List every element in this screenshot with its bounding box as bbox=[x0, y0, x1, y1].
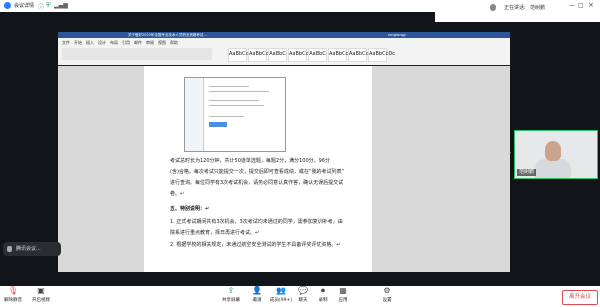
apps-icon: ▦ bbox=[339, 286, 347, 295]
ribbon-tab[interactable]: 引用 bbox=[122, 40, 130, 46]
mic-muted-icon: 🎙 bbox=[8, 286, 19, 295]
unmute-label: 解除静音 bbox=[4, 298, 22, 303]
embedded-sidebar bbox=[185, 78, 204, 151]
embedded-button bbox=[209, 122, 227, 127]
embedded-text-line bbox=[209, 100, 259, 101]
embedded-text-line bbox=[209, 116, 244, 117]
embedded-screenshot bbox=[184, 77, 286, 152]
chat-label: 聊天 bbox=[298, 298, 308, 303]
speaking-text: 腾讯会议... bbox=[16, 246, 41, 252]
word-left-margin bbox=[58, 66, 144, 272]
style-gallery-item[interactable]: AaBbC bbox=[308, 48, 327, 62]
gear-icon: ⚙ bbox=[383, 286, 391, 295]
style-gallery-item[interactable]: AaBbC bbox=[268, 48, 287, 62]
ribbon-tab[interactable]: 帮助 bbox=[170, 40, 178, 46]
ribbon-tab[interactable]: 审阅 bbox=[146, 40, 154, 46]
embedded-text-line bbox=[209, 91, 269, 92]
start-video-button[interactable]: ▣ 开启视频 bbox=[32, 286, 50, 304]
window-title: 会议详情 bbox=[14, 3, 35, 9]
doc-line: 2. 根据学校的相关规定，未通过航空安全测试的学生不具备评奖评优资格。↵ bbox=[170, 242, 341, 248]
embedded-text-line bbox=[209, 105, 264, 106]
start-video-label: 开启视频 bbox=[32, 298, 50, 303]
apps-label: 应用 bbox=[338, 298, 348, 303]
font-group bbox=[62, 48, 212, 60]
speaking-indicator: 腾讯会议... bbox=[3, 242, 61, 256]
members-icon: 👥 bbox=[276, 286, 286, 295]
ribbon-tab[interactable]: 插入 bbox=[86, 40, 94, 46]
chat-icon: 💬 bbox=[298, 286, 308, 295]
ribbon-tab[interactable]: 邮件 bbox=[134, 40, 142, 46]
chat-button[interactable]: 💬 聊天 bbox=[298, 286, 308, 304]
settings-button[interactable]: ⚙ 设置 bbox=[382, 286, 392, 304]
ribbon-tab[interactable]: 视图 bbox=[158, 40, 166, 46]
doc-line: 五、特别说明：↵ bbox=[170, 206, 210, 212]
shield-icon[interactable]: ⛨ bbox=[46, 2, 51, 10]
mic-icon bbox=[7, 246, 12, 252]
invite-icon: 👤 bbox=[252, 286, 262, 295]
share-screen-icon: ⇪ bbox=[227, 286, 235, 295]
embedded-text-line bbox=[209, 86, 249, 87]
doc-line: 进行查询。每位同学有3次考试机会，请务必同意认真作答，确认无误后提交试 bbox=[170, 180, 344, 186]
ribbon-tab[interactable]: 设计 bbox=[98, 40, 106, 46]
share-screen-label: 共享屏幕 bbox=[222, 298, 240, 303]
style-gallery-item[interactable]: AaBbCcDc bbox=[228, 48, 255, 62]
speaking-indicator-top: 正在讲话: 范树鹏 — □ × bbox=[435, 0, 600, 22]
doc-line: 考试总时长为120分钟，共计50道单选题，每题2分，满分100分，96分 bbox=[170, 158, 330, 164]
style-gallery-item[interactable]: AaBbCc bbox=[328, 48, 348, 62]
invite-label: 邀请 bbox=[252, 298, 262, 303]
signal-icon: ▂▄▆ bbox=[54, 2, 68, 9]
settings-label: 设置 bbox=[382, 298, 392, 303]
meeting-toolbar: 🎙 解除静音 ▣ 开启视频 ⇪ 共享屏幕 👤 邀请 👥 成员(99+) 💬 聊天… bbox=[0, 286, 600, 307]
mic-icon bbox=[490, 4, 496, 11]
participant-body bbox=[535, 159, 571, 178]
participant-tile[interactable]: 范树鹏 bbox=[514, 130, 598, 179]
minimize-icon[interactable]: — bbox=[569, 2, 575, 9]
word-right-margin bbox=[372, 66, 510, 272]
participant-avatar bbox=[545, 141, 561, 161]
participant-name: 范树鹏 bbox=[517, 169, 537, 176]
style-gallery-item[interactable]: AaBbCcDc bbox=[368, 48, 395, 62]
style-gallery-item[interactable]: AaBbCcDc bbox=[248, 48, 275, 62]
style-gallery-item[interactable]: AaBbCc bbox=[288, 48, 308, 62]
ribbon-tab[interactable]: 布局 bbox=[110, 40, 118, 46]
ribbon-tab[interactable]: 文件 bbox=[62, 40, 70, 46]
unmute-button[interactable]: 🎙 解除静音 bbox=[4, 286, 22, 304]
maximize-icon[interactable]: □ bbox=[578, 2, 584, 9]
invite-button[interactable]: 👤 邀请 bbox=[252, 286, 262, 304]
style-gallery-item[interactable]: AaBbCcDc bbox=[348, 48, 375, 62]
members-button[interactable]: 👥 成员(99+) bbox=[270, 286, 293, 304]
record-label: 录制 bbox=[318, 298, 328, 303]
record-icon: ⏺ bbox=[321, 286, 325, 295]
doc-line: (含)合格。每次考试只能提交一次，提交后即可查看成绩，或在“我的考试列表” bbox=[170, 169, 345, 175]
doc-line: 1. 正式考试期间共有3次机会，3次考试均未通过的同学，需参加复训补考，由 bbox=[170, 219, 343, 225]
meeting-logo-icon bbox=[4, 2, 11, 9]
leave-meeting-button[interactable]: 离开会议 bbox=[562, 290, 598, 305]
apps-button[interactable]: ▦ 应用 bbox=[338, 286, 348, 304]
record-button[interactable]: ⏺ 录制 bbox=[318, 286, 328, 304]
speaking-label: 正在讲话: bbox=[504, 5, 526, 11]
ribbon-tab[interactable]: 开始 bbox=[74, 40, 82, 46]
share-screen-button[interactable]: ⇪ 共享屏幕 bbox=[222, 286, 240, 304]
doc-line: 卷。↵ bbox=[170, 191, 185, 197]
info-icon[interactable]: ⓘ bbox=[38, 2, 44, 11]
close-icon[interactable]: × bbox=[588, 1, 594, 9]
members-label: 成员(99+) bbox=[270, 298, 293, 303]
word-ribbon: 文件 开始 插入 设计 布局 引用 邮件 审阅 视图 帮助 AaBbCcDc A… bbox=[58, 38, 510, 65]
doc-line: 院系进行重点教育，择日再进行考试。↵ bbox=[170, 230, 260, 236]
camera-off-icon: ▣ bbox=[37, 286, 45, 295]
speaking-name: 范树鹏 bbox=[530, 5, 546, 11]
chevron-right-icon[interactable]: › bbox=[508, 148, 511, 157]
